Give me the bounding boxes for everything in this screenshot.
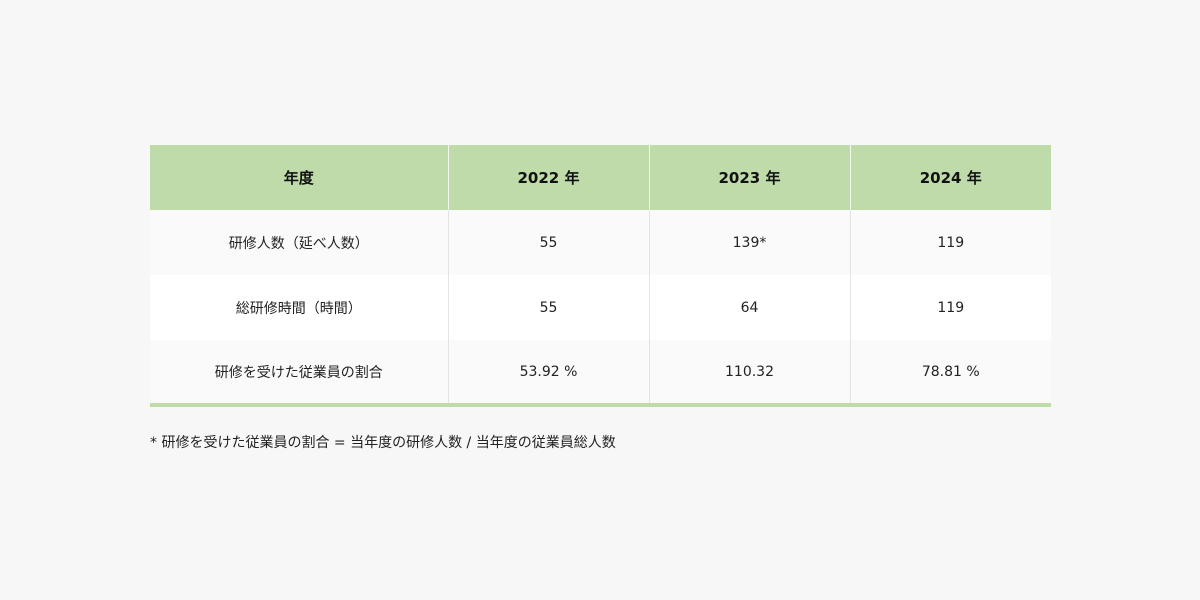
training-stats-table: 年度 2022 年 2023 年 2024 年 研修人数（延べ人数） 55 13… (150, 145, 1051, 407)
table-cell: 55 (447, 210, 649, 275)
footnote: * 研修を受けた従業員の割合 = 当年度の研修人数 / 当年度の従業員総人数 (150, 435, 616, 451)
table-row: 研修人数（延べ人数） 55 139* 119 (150, 210, 1051, 275)
table-cell: 110.32 (648, 340, 850, 405)
header-2022: 2022 年 (447, 145, 649, 210)
table-cell: 119 (849, 275, 1051, 340)
table-row: 総研修時間（時間） 55 64 119 (150, 275, 1051, 340)
page: 年度 2022 年 2023 年 2024 年 研修人数（延べ人数） 55 13… (0, 0, 1200, 600)
table-row: 研修を受けた従業員の割合 53.92 % 110.32 78.81 % (150, 340, 1051, 405)
row-label: 研修人数（延べ人数） (150, 210, 448, 275)
row-label: 総研修時間（時間） (150, 275, 448, 340)
table-cell: 55 (447, 275, 649, 340)
header-2024: 2024 年 (849, 145, 1051, 210)
header-year-label: 年度 (150, 145, 448, 210)
table-cell: 78.81 % (849, 340, 1051, 405)
table-cell: 139* (648, 210, 850, 275)
table-cell: 64 (648, 275, 850, 340)
table-header-row: 年度 2022 年 2023 年 2024 年 (150, 145, 1051, 210)
table-cell: 119 (849, 210, 1051, 275)
table-cell: 53.92 % (447, 340, 649, 405)
header-2023: 2023 年 (648, 145, 850, 210)
row-label: 研修を受けた従業員の割合 (150, 340, 448, 405)
